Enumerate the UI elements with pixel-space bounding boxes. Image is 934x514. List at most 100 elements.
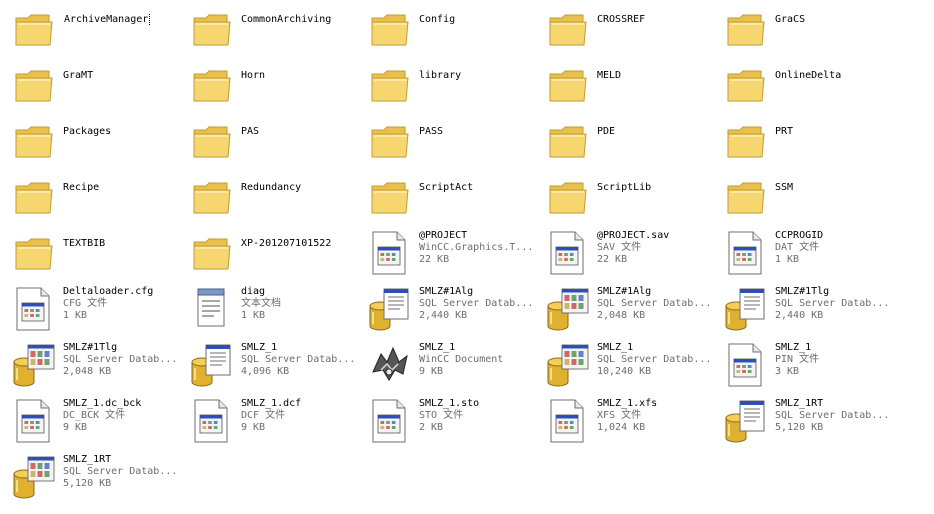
file-item[interactable]: SMLZ_1 PIN 文件 3 KB [717, 336, 895, 392]
item-name: SMLZ_1.sto [419, 398, 480, 409]
item-name: Horn [241, 70, 266, 81]
text-file-icon [189, 286, 235, 332]
item-labels: library [419, 70, 537, 82]
item-labels: SMLZ_1.sto STO 文件 2 KB [419, 398, 537, 434]
item-name: CROSSREF [597, 14, 646, 25]
item-name: SMLZ#1Alg [419, 286, 474, 297]
item-labels: PDE [597, 126, 715, 138]
database-document-icon [723, 398, 769, 444]
item-size: 9 KB [241, 422, 266, 433]
item-type: SQL Server Datab... [597, 298, 712, 309]
item-type: WinCC.Graphics.T... [419, 242, 534, 253]
item-name: SMLZ#1Alg [597, 286, 652, 297]
item-labels: SMLZ#1Alg SQL Server Datab... 2,440 KB [419, 286, 537, 322]
folder-icon [723, 6, 769, 52]
file-item[interactable]: SMLZ_1 SQL Server Datab... 10,240 KB [539, 336, 717, 392]
folder-item[interactable]: Redundancy [183, 168, 361, 224]
file-item[interactable]: SMLZ_1RT SQL Server Datab... 5,120 KB [5, 448, 183, 504]
item-name: Config [419, 14, 456, 25]
item-type: SQL Server Datab... [241, 354, 356, 365]
file-item[interactable]: SMLZ_1RT SQL Server Datab... 5,120 KB [717, 392, 895, 448]
folder-item[interactable]: Config [361, 0, 539, 56]
file-item[interactable]: diag 文本文档 1 KB [183, 280, 361, 336]
item-name: Recipe [63, 182, 100, 193]
file-item[interactable]: Deltaloader.cfg CFG 文件 1 KB [5, 280, 183, 336]
folder-item[interactable]: PRT [717, 112, 895, 168]
file-item[interactable]: @PROJECT WinCC.Graphics.T... 22 KB [361, 224, 539, 280]
folder-icon [11, 118, 57, 164]
file-grid: ArchiveManager CommonArchiving Config CR… [0, 0, 934, 514]
folder-item[interactable]: ScriptAct [361, 168, 539, 224]
item-name: SMLZ_1.xfs [597, 398, 658, 409]
item-labels: ScriptLib [597, 182, 715, 194]
file-item[interactable]: @PROJECT.sav SAV 文件 22 KB [539, 224, 717, 280]
item-size: 1 KB [775, 254, 800, 265]
item-name: Redundancy [241, 182, 302, 193]
folder-icon [367, 174, 413, 220]
folder-item[interactable]: Packages [5, 112, 183, 168]
file-item[interactable]: SMLZ_1 WinCC Document 9 KB [361, 336, 539, 392]
folder-item[interactable]: OnlineDelta [717, 56, 895, 112]
file-item[interactable]: CCPROGID DAT 文件 1 KB [717, 224, 895, 280]
item-labels: SMLZ_1 SQL Server Datab... 4,096 KB [241, 342, 359, 378]
item-labels: SMLZ_1.dc_bck DC_BCK 文件 9 KB [63, 398, 181, 434]
item-size: 9 KB [63, 422, 88, 433]
item-labels: CCPROGID DAT 文件 1 KB [775, 230, 893, 266]
file-item[interactable]: SMLZ_1 SQL Server Datab... 4,096 KB [183, 336, 361, 392]
folder-item[interactable]: GraMT [5, 56, 183, 112]
folder-icon [11, 230, 57, 276]
folder-item[interactable]: ScriptLib [539, 168, 717, 224]
item-labels: SMLZ#1Tlg SQL Server Datab... 2,440 KB [775, 286, 893, 322]
item-labels: SMLZ_1RT SQL Server Datab... 5,120 KB [63, 454, 181, 490]
folder-item[interactable]: PASS [361, 112, 539, 168]
database-window-icon [11, 454, 57, 500]
file-item[interactable]: SMLZ_1.xfs XFS 文件 1,024 KB [539, 392, 717, 448]
folder-item[interactable]: ArchiveManager [5, 0, 183, 56]
folder-icon [545, 6, 591, 52]
item-type: DC_BCK 文件 [63, 410, 126, 421]
item-labels: diag 文本文档 1 KB [241, 286, 359, 322]
folder-item[interactable]: MELD [539, 56, 717, 112]
file-icon [723, 342, 769, 388]
item-name: CCPROGID [775, 230, 824, 241]
file-item[interactable]: SMLZ#1Alg SQL Server Datab... 2,048 KB [539, 280, 717, 336]
file-icon [545, 398, 591, 444]
folder-item[interactable]: SSM [717, 168, 895, 224]
database-document-icon [189, 342, 235, 388]
item-name: @PROJECT [419, 230, 468, 241]
item-type: SQL Server Datab... [63, 466, 178, 477]
folder-icon [367, 6, 413, 52]
item-labels: Recipe [63, 182, 181, 194]
file-item[interactable]: SMLZ_1.dcf DCF 文件 9 KB [183, 392, 361, 448]
file-item[interactable]: SMLZ#1Tlg SQL Server Datab... 2,440 KB [717, 280, 895, 336]
item-name: SMLZ#1Tlg [63, 342, 118, 353]
item-labels: TEXTBIB [63, 238, 181, 250]
file-item[interactable]: SMLZ#1Alg SQL Server Datab... 2,440 KB [361, 280, 539, 336]
database-document-icon [367, 286, 413, 332]
folder-item[interactable]: CommonArchiving [183, 0, 361, 56]
folder-item[interactable]: TEXTBIB [5, 224, 183, 280]
file-item[interactable]: SMLZ_1.dc_bck DC_BCK 文件 9 KB [5, 392, 183, 448]
item-name: MELD [597, 70, 622, 81]
item-type: SAV 文件 [597, 242, 642, 253]
item-name: PASS [419, 126, 444, 137]
item-name: @PROJECT.sav [597, 230, 670, 241]
file-item[interactable]: SMLZ_1.sto STO 文件 2 KB [361, 392, 539, 448]
folder-item[interactable]: PDE [539, 112, 717, 168]
item-size: 10,240 KB [597, 366, 652, 377]
file-item[interactable]: SMLZ#1Tlg SQL Server Datab... 2,048 KB [5, 336, 183, 392]
item-size: 2,440 KB [419, 310, 468, 321]
folder-icon [723, 118, 769, 164]
folder-item[interactable]: GraCS [717, 0, 895, 56]
database-window-icon [545, 286, 591, 332]
folder-item[interactable]: Recipe [5, 168, 183, 224]
item-labels: SMLZ#1Alg SQL Server Datab... 2,048 KB [597, 286, 715, 322]
file-icon [723, 230, 769, 276]
folder-item[interactable]: CROSSREF [539, 0, 717, 56]
folder-item[interactable]: Horn [183, 56, 361, 112]
folder-item[interactable]: XP-201207101522 [183, 224, 361, 280]
folder-item[interactable]: library [361, 56, 539, 112]
item-name: GraMT [63, 70, 94, 81]
folder-item[interactable]: PAS [183, 112, 361, 168]
item-size: 4,096 KB [241, 366, 290, 377]
